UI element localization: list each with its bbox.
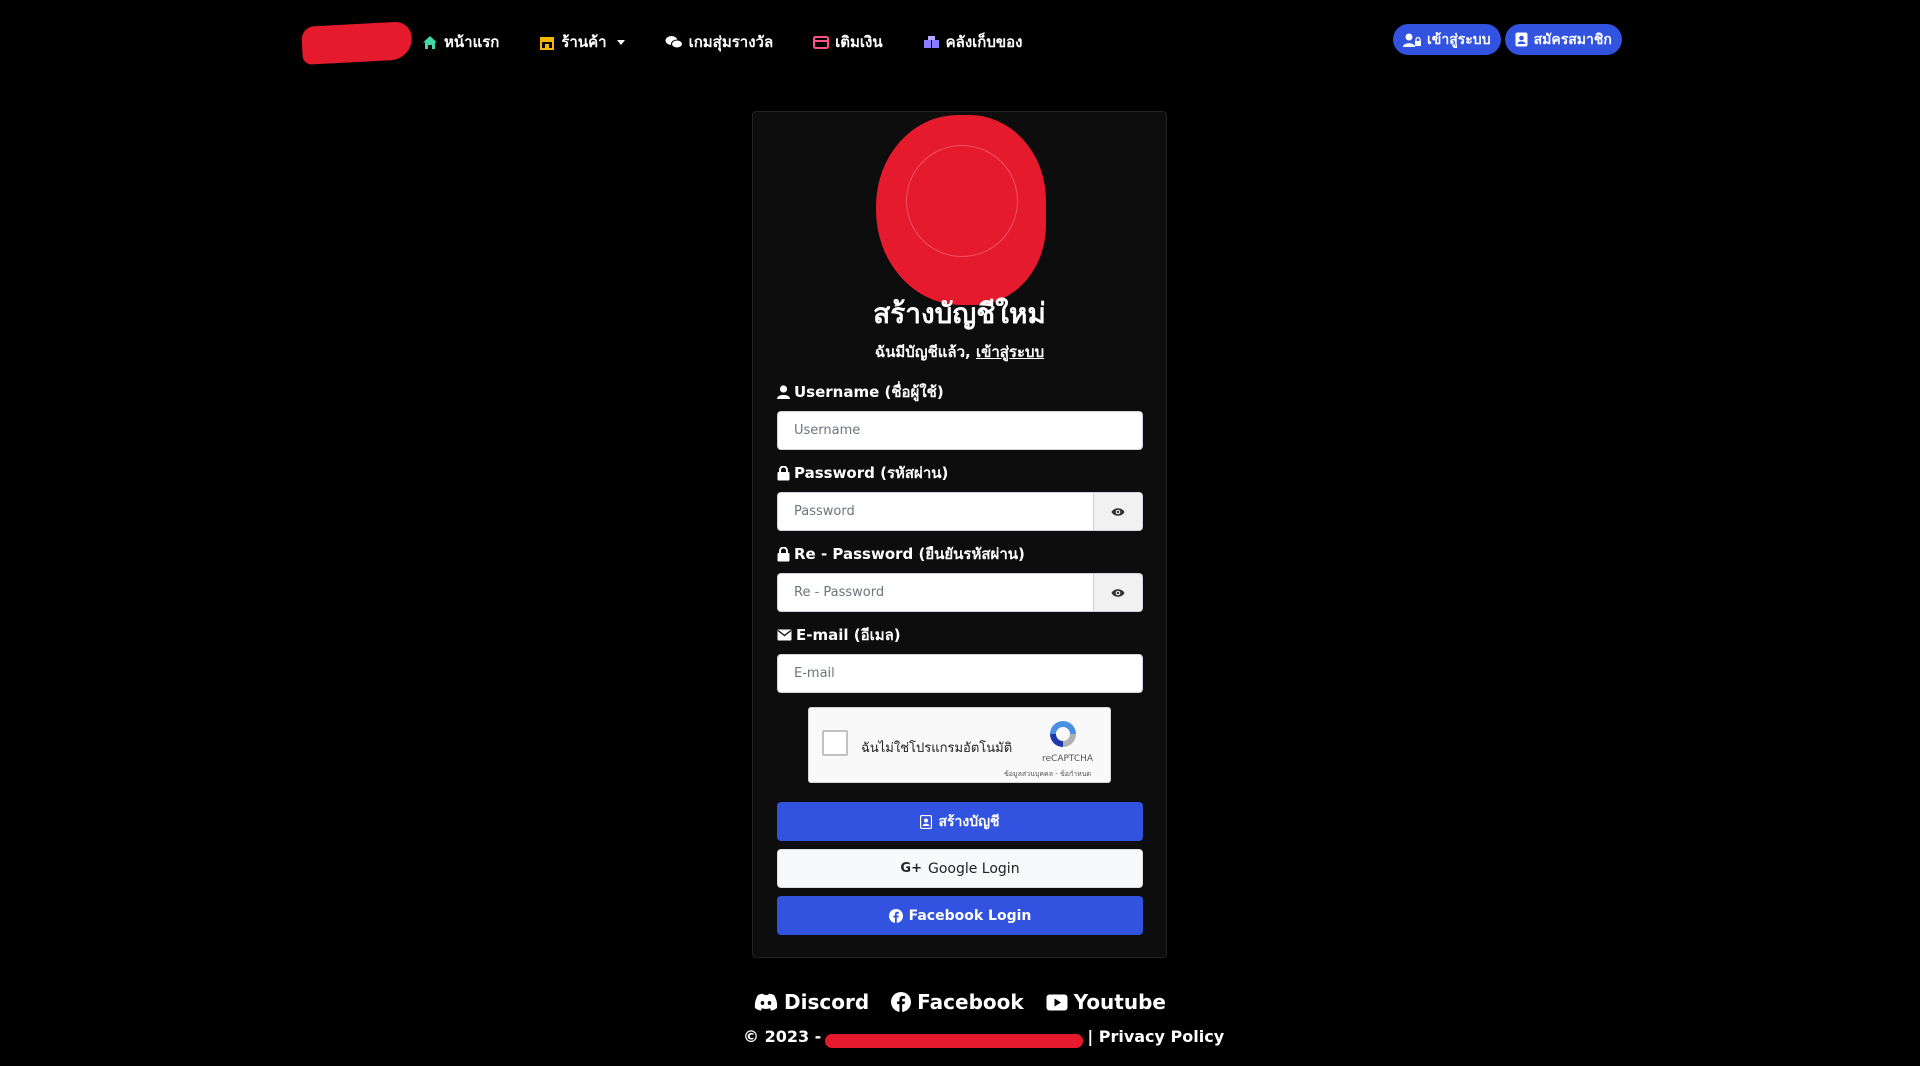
credit-card-icon [813,35,830,49]
discord-icon [754,993,778,1011]
login-link[interactable]: เข้าสู่ระบบ [976,343,1044,361]
discord-label: Discord [784,990,870,1014]
home-icon [423,35,437,49]
id-card-icon [1515,32,1528,47]
page-title: สร้างบัญชีใหม่ [873,297,1046,330]
copyright-line: © 2023 - | Privacy Policy [743,1027,1224,1048]
chevron-down-icon [616,39,625,45]
google-plus-icon: G+ [900,861,922,876]
username-label: Username (ชื่อผู้ใช้) [777,380,944,404]
password-input[interactable] [777,492,1094,531]
username-input[interactable] [777,411,1143,450]
repassword-label: Re - Password (ยืนยันรหัสผ่าน) [777,542,1025,566]
recaptcha-text: ฉันไม่ใช่โปรแกรมอัตโนมัติ [861,741,1013,756]
toggle-password-visibility-button[interactable] [1094,492,1143,531]
nav-home-label: หน้าแรก [444,33,500,51]
boxes-icon [923,36,939,48]
nav-lucky-game-label: เกมสุ่มรางวัล [688,33,774,51]
register-card: สร้างบัญชีใหม่ ฉันมีบัญชีแล้ว, เข้าสู่ระ… [752,111,1167,958]
lock-icon [777,546,790,561]
recaptcha-widget: ฉันไม่ใช่โปรแกรมอัตโนมัติ reCAPTCHA ข้อม… [808,707,1111,783]
login-button-label: เข้าสู่ระบบ [1427,31,1491,48]
facebook-login-button[interactable]: Facebook Login [777,896,1143,935]
create-account-label: สร้างบัญชี [938,813,1000,830]
copyright-text: © 2023 - [743,1027,822,1046]
nav-inventory[interactable]: คลังเก็บของ [923,30,1023,54]
toggle-repassword-visibility-button[interactable] [1094,573,1143,612]
youtube-icon [1046,994,1068,1010]
nav-topup[interactable]: เติมเงิน [813,30,883,54]
nav-shop[interactable]: ร้านค้า [539,30,625,54]
register-button-label: สมัครสมาชิก [1533,31,1612,48]
id-card-icon [920,814,933,829]
lock-icon [777,465,790,480]
site-logo-redacted[interactable] [301,21,413,65]
social-links: Discord Facebook Youtube [0,990,1920,1014]
facebook-label: Facebook [917,990,1024,1014]
facebook-login-label: Facebook Login [908,907,1032,924]
recaptcha-links[interactable]: ข้อมูลส่วนบุคคล - ข้อกำหนด [1004,769,1091,780]
nav-topup-label: เติมเงิน [835,33,883,51]
user-icon [777,385,790,399]
recaptcha-brand: reCAPTCHA [1042,754,1094,764]
auth-buttons: เข้าสู่ระบบ สมัครสมาชิก [1393,24,1622,55]
nav-lucky-game[interactable]: เกมสุ่มรางวัล [665,30,774,54]
login-button[interactable]: เข้าสู่ระบบ [1393,24,1501,55]
youtube-label: Youtube [1073,990,1166,1014]
top-navbar: หน้าแรก ร้านค้า เกมสุ่มรางวัล เติมเงิน ค… [0,0,1920,86]
envelope-icon [777,629,792,641]
email-label-text: E-mail (อีเมล) [796,626,901,644]
facebook-link[interactable]: Facebook [891,990,1024,1014]
facebook-icon [891,992,912,1012]
repassword-input[interactable] [777,573,1094,612]
create-account-button[interactable]: สร้างบัญชี [777,802,1143,841]
discord-link[interactable]: Discord [754,990,869,1014]
site-avatar-redacted [876,115,1046,305]
eye-icon [1111,507,1125,516]
youtube-link[interactable]: Youtube [1046,990,1166,1014]
nav-home[interactable]: หน้าแรก [422,30,499,54]
privacy-policy-link[interactable]: | Privacy Policy [1087,1027,1224,1046]
email-input[interactable] [777,654,1143,693]
password-label: Password (รหัสผ่าน) [777,461,948,485]
nav-links: หน้าแรก ร้านค้า เกมสุ่มรางวัล เติมเงิน ค… [422,28,1062,56]
have-account-prefix: ฉันมีบัญชีแล้ว, [874,343,971,361]
email-label: E-mail (อีเมล) [777,623,901,647]
google-login-button[interactable]: G+ Google Login [777,849,1143,888]
eye-icon [1111,588,1125,597]
nav-shop-label: ร้านค้า [561,33,607,51]
password-label-text: Password (รหัสผ่าน) [794,464,949,482]
site-name-redacted [825,1033,1084,1048]
recaptcha-checkbox[interactable] [822,730,848,756]
register-button[interactable]: สมัครสมาชิก [1504,24,1622,55]
google-login-label: Google Login [927,860,1020,877]
shop-icon [540,36,555,50]
nav-inventory-label: คลังเก็บของ [945,33,1023,51]
recaptcha-logo-icon [1050,721,1076,747]
have-account-text: ฉันมีบัญชีแล้ว, เข้าสู่ระบบ [753,340,1166,364]
username-label-text: Username (ชื่อผู้ใช้) [794,383,944,401]
chat-bubbles-icon [665,36,683,49]
facebook-icon [888,908,903,923]
repassword-label-text: Re - Password (ยืนยันรหัสผ่าน) [794,545,1025,563]
user-lock-icon [1403,33,1421,47]
